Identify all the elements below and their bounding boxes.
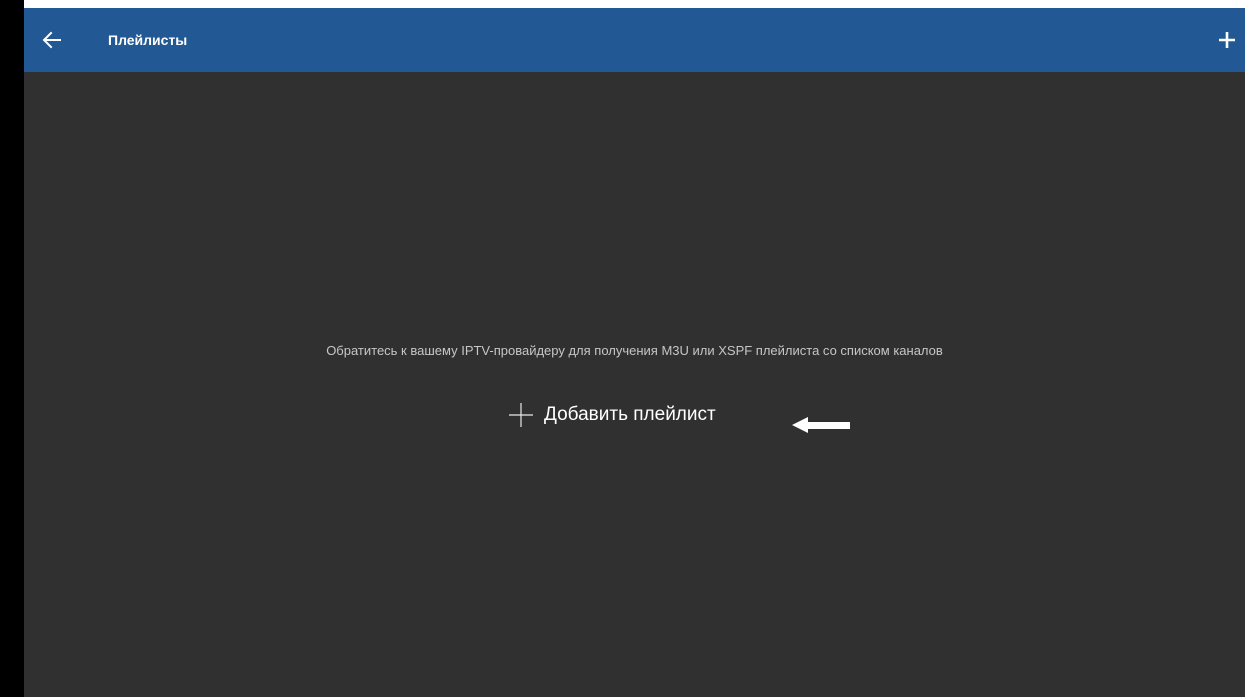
plus-icon — [509, 403, 533, 427]
plus-icon — [1219, 32, 1235, 48]
top-border — [24, 0, 1245, 8]
app-frame: Плейлисты Обратитесь к вашему IPTV-прова… — [0, 0, 1245, 697]
empty-state-hint: Обратитесь к вашему IPTV-провайдеру для … — [326, 343, 943, 358]
arrow-left-icon — [792, 417, 850, 433]
add-playlist-label: Добавить плейлист — [544, 404, 716, 425]
left-border — [0, 0, 24, 697]
toolbar: Плейлисты — [24, 8, 1245, 72]
add-playlist-button[interactable]: Добавить плейлист — [508, 399, 716, 431]
add-playlist-toolbar-button[interactable] — [1209, 22, 1245, 58]
playlists-screen: Плейлисты Обратитесь к вашему IPTV-прова… — [24, 8, 1245, 697]
arrow-left-icon — [42, 31, 61, 49]
back-button[interactable] — [34, 22, 70, 58]
page-title: Плейлисты — [108, 32, 188, 48]
